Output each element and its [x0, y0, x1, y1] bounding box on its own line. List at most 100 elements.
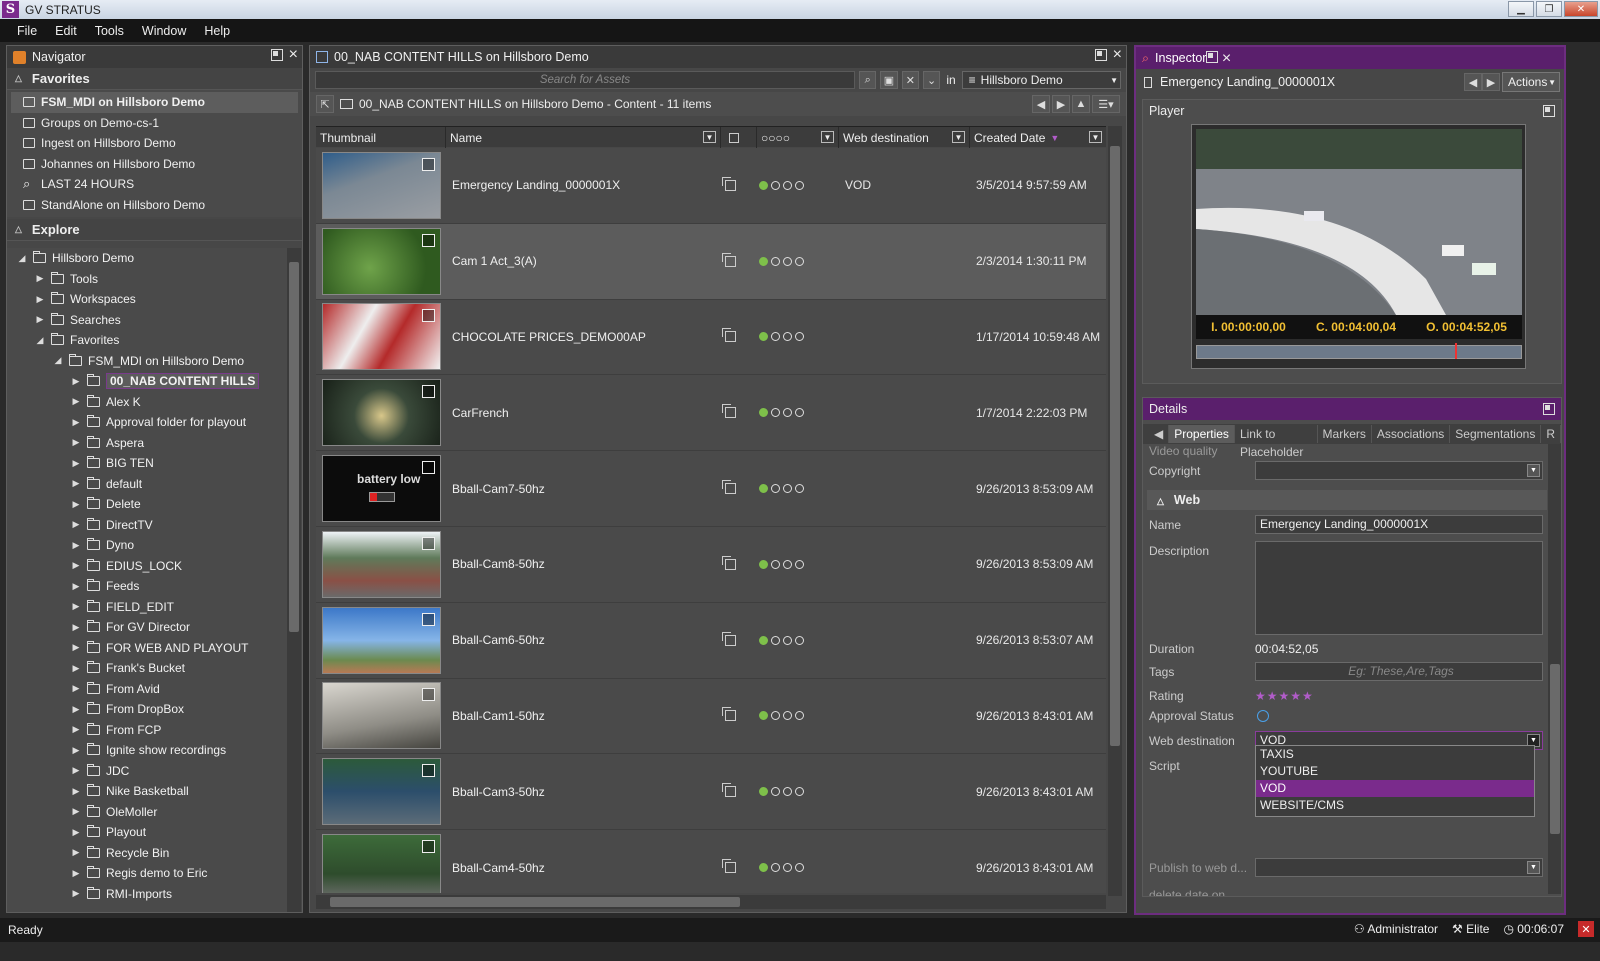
expand-arrow-icon[interactable]: ▶ — [69, 827, 83, 838]
asset-thumbnail[interactable] — [322, 379, 441, 447]
asset-thumbnail[interactable] — [322, 227, 441, 295]
close-panel-icon[interactable]: × — [1222, 50, 1231, 67]
web-section-header[interactable]: △ Web — [1147, 490, 1547, 510]
expand-arrow-icon[interactable]: ▶ — [69, 745, 83, 756]
asset-thumbnail[interactable] — [322, 530, 441, 598]
details-tab[interactable]: Associations — [1372, 425, 1451, 443]
favorite-item[interactable]: ⌕ LAST 24 HOURS — [7, 174, 302, 195]
copyright-select[interactable]: ▼ — [1255, 461, 1543, 480]
next-asset-icon[interactable]: ▶ — [1482, 73, 1500, 91]
save-search-icon[interactable]: ▣ — [880, 71, 898, 89]
tree-node[interactable]: ▶ JDC — [7, 761, 287, 782]
expand-arrow-icon[interactable]: ▶ — [33, 273, 47, 284]
details-scrollbar[interactable] — [1548, 444, 1561, 894]
copy-icon[interactable] — [722, 631, 736, 646]
table-row[interactable]: Bball-Cam1-50hz 9/26/2013 8:43:01 AM — [316, 678, 1106, 755]
tree-node[interactable]: ▶ DirectTV — [7, 515, 287, 536]
copy-icon[interactable] — [722, 859, 736, 874]
copy-icon[interactable] — [722, 783, 736, 798]
asset-thumbnail[interactable] — [322, 758, 441, 826]
back-icon[interactable]: ◀ — [1032, 95, 1050, 113]
playhead-icon[interactable] — [1455, 343, 1457, 359]
column-name[interactable]: Name ▼ — [446, 127, 721, 148]
tree-node[interactable]: ▶ FIELD_EDIT — [7, 597, 287, 618]
tree-node[interactable]: ▶ From FCP — [7, 720, 287, 741]
float-panel-icon[interactable] — [270, 49, 283, 61]
favorite-item[interactable]: Ingest on Hillsboro Demo — [7, 133, 302, 154]
location-select[interactable]: ≡ Hillsboro Demo ▼ — [961, 71, 1121, 89]
close-icon[interactable]: ✕ — [1578, 921, 1594, 937]
menu-help[interactable]: Help — [195, 24, 239, 38]
tags-field[interactable]: Eg: These,Are,Tags — [1255, 662, 1543, 681]
tree-node[interactable]: ▶ Aspera — [7, 433, 287, 454]
expand-arrow-icon[interactable]: ▶ — [69, 847, 83, 858]
copy-icon[interactable] — [722, 404, 736, 419]
expand-arrow-icon[interactable]: ▶ — [69, 683, 83, 694]
asset-search-input[interactable]: Search for Assets — [315, 71, 855, 89]
expand-arrow-icon[interactable]: ▶ — [69, 540, 83, 551]
description-field[interactable] — [1255, 541, 1543, 635]
column-copy[interactable] — [721, 127, 757, 148]
float-panel-icon[interactable] — [1206, 50, 1219, 63]
float-panel-icon[interactable] — [1543, 403, 1555, 415]
asset-thumbnail[interactable]: battery low — [322, 455, 441, 523]
expand-arrow-icon[interactable]: ▶ — [69, 376, 83, 387]
expand-arrow-icon[interactable]: ▶ — [33, 314, 47, 325]
expand-arrow-icon[interactable]: ▶ — [69, 642, 83, 653]
view-mode-icon[interactable]: ☰▾ — [1092, 95, 1120, 113]
tree-node[interactable]: ▶ Nike Basketball — [7, 781, 287, 802]
actions-button[interactable]: Actions ▼ — [1502, 72, 1560, 92]
filter-icon[interactable]: ▼ — [1089, 131, 1102, 143]
expand-arrow-icon[interactable]: ▶ — [69, 765, 83, 776]
expand-arrow-icon[interactable]: ▶ — [69, 478, 83, 489]
scroll-tabs-left-icon[interactable]: ◀ — [1149, 425, 1170, 443]
menu-window[interactable]: Window — [133, 24, 195, 38]
close-panel-icon[interactable]: × — [289, 47, 298, 63]
scrub-bar[interactable] — [1196, 343, 1522, 359]
copy-icon[interactable] — [722, 252, 736, 267]
scrollbar-thumb[interactable] — [1550, 664, 1560, 834]
scrollbar-thumb[interactable] — [1110, 146, 1120, 746]
dropdown-option[interactable]: VOD — [1256, 780, 1534, 797]
tree-node[interactable]: ◢ Hillsboro Demo — [7, 248, 287, 269]
tree-node[interactable]: ▶ For GV Director — [7, 617, 287, 638]
tree-node[interactable]: ▶ OleMoller — [7, 802, 287, 823]
tree-node[interactable]: ▶ Frank's Bucket — [7, 658, 287, 679]
asset-thumbnail[interactable] — [322, 303, 441, 371]
float-panel-icon[interactable] — [1094, 49, 1107, 61]
user-status[interactable]: ⚇ Administrator — [1354, 922, 1438, 936]
expand-arrow-icon[interactable]: ▶ — [69, 499, 83, 510]
asset-thumbnail[interactable] — [322, 606, 441, 674]
expand-arrow-icon[interactable]: ▶ — [69, 581, 83, 592]
expand-search-icon[interactable]: ⌄ — [922, 71, 941, 89]
expand-arrow-icon[interactable]: ▶ — [69, 560, 83, 571]
expand-arrow-icon[interactable]: ▶ — [69, 437, 83, 448]
details-tab[interactable]: Markers — [1318, 425, 1372, 443]
details-tab[interactable]: Properties — [1169, 425, 1235, 443]
tree-node[interactable]: ◢ FSM_MDI on Hillsboro Demo — [7, 351, 287, 372]
favorite-item[interactable]: Groups on Demo-cs-1 — [7, 113, 302, 134]
explore-section-header[interactable]: △ Explore — [7, 219, 302, 241]
expand-arrow-icon[interactable]: ▶ — [69, 868, 83, 879]
expand-arrow-icon[interactable]: ▶ — [69, 458, 83, 469]
tree-node[interactable]: ◢ Favorites — [7, 330, 287, 351]
tree-node[interactable]: ▶ From DropBox — [7, 699, 287, 720]
expand-arrow-icon[interactable]: ▶ — [69, 396, 83, 407]
rating-stars[interactable]: ★★★★★ — [1255, 689, 1314, 703]
favorite-item[interactable]: StandAlone on Hillsboro Demo — [7, 195, 302, 216]
table-row[interactable]: Bball-Cam8-50hz 9/26/2013 8:53:09 AM — [316, 526, 1106, 603]
expand-arrow-icon[interactable]: ▶ — [69, 704, 83, 715]
expand-arrow-icon[interactable]: ▶ — [69, 601, 83, 612]
copy-icon[interactable] — [722, 480, 736, 495]
expanded-arrow-icon[interactable]: ◢ — [51, 355, 65, 366]
dropdown-option[interactable]: WEBSITE/CMS — [1256, 797, 1534, 814]
expand-arrow-icon[interactable]: ▶ — [69, 888, 83, 899]
timecode-in[interactable]: I. 00:00:00,00 — [1211, 320, 1286, 334]
copy-icon[interactable] — [722, 555, 736, 570]
copy-icon[interactable] — [722, 328, 736, 343]
clear-search-icon[interactable]: ✕ — [901, 71, 919, 89]
table-row[interactable]: Bball-Cam6-50hz 9/26/2013 8:53:07 AM — [316, 602, 1106, 679]
grid-horizontal-scrollbar[interactable] — [316, 895, 1106, 909]
tree-node[interactable]: ▶ FOR WEB AND PLAYOUT — [7, 638, 287, 659]
column-thumbnail[interactable]: Thumbnail — [316, 127, 446, 148]
